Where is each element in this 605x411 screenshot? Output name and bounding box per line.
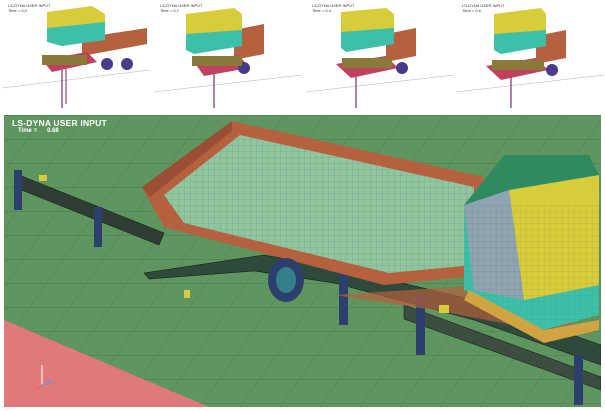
thumbnail-frame-1: LS-DYNA USER INPUT Time = 0.0 xyxy=(2,0,150,110)
post xyxy=(94,207,102,247)
truck-crash-thumbnail-2 xyxy=(154,8,302,108)
truck-crash-thumbnail-1 xyxy=(2,6,150,108)
thumbnail-frame-2: LS-DYNA USER INPUT Time = 0.2 xyxy=(154,0,302,110)
thumbnail-time: Time = 0.0 xyxy=(8,8,27,13)
thumbnail-frame-3: LS-DYNA USER INPUT Time = 0.4 xyxy=(306,0,454,110)
thumbnail-time: Time = 0.4 xyxy=(312,8,331,13)
post xyxy=(574,355,583,405)
post xyxy=(14,170,22,210)
main-simulation-view: LS-DYNA USER INPUT Time = 0.68 xyxy=(4,115,601,407)
thumbnail-time: Time = 0.6 xyxy=(462,8,481,13)
thumbnail-frame-4: LS-DYNA USER INPUT Time = 0.6 xyxy=(456,0,604,110)
simulation-scene xyxy=(4,115,601,407)
main-view-time: Time = 0.68 xyxy=(18,128,59,134)
main-view-title: LS-DYNA USER INPUT xyxy=(12,118,107,128)
truck-crash-thumbnail-4 xyxy=(456,8,604,108)
thumbnail-time: Time = 0.2 xyxy=(160,8,179,13)
truck-crash-thumbnail-3 xyxy=(306,8,454,108)
truck-cab xyxy=(464,155,599,343)
